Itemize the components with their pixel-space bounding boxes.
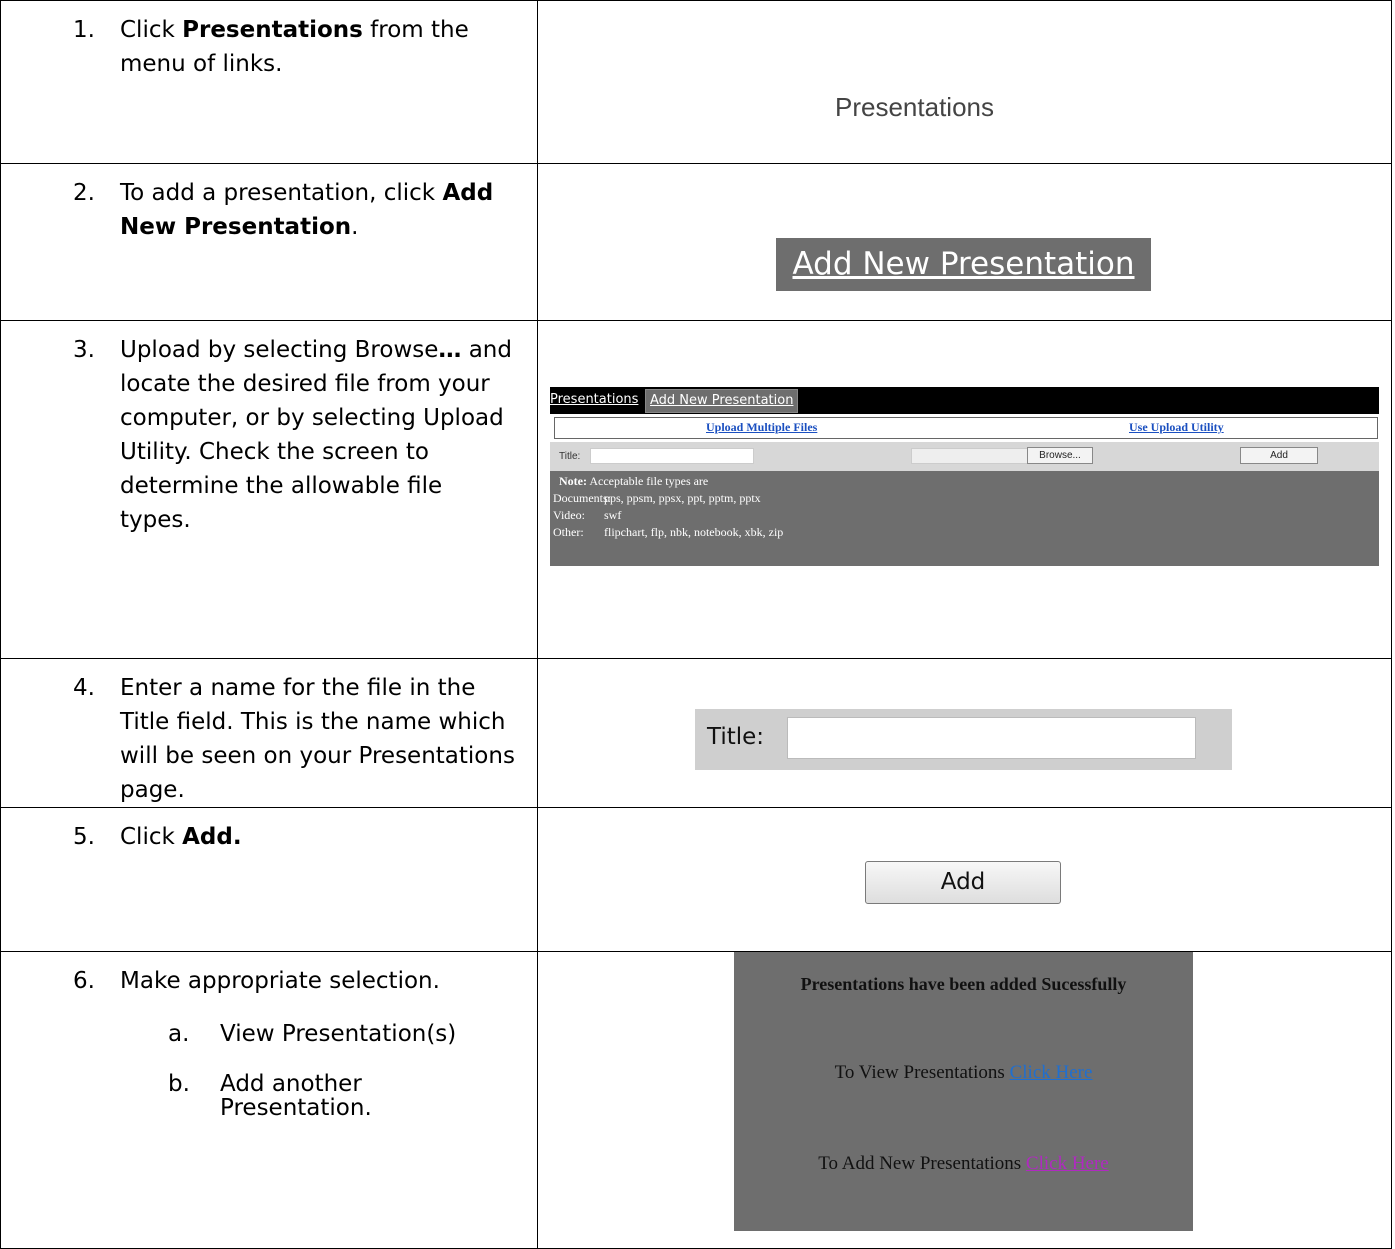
step-number: 4. <box>73 675 95 701</box>
step-row: 5. Click Add. Add <box>0 807 1392 952</box>
step-text-cell: 1. Click Presentations from the menu of … <box>0 0 538 164</box>
presentations-link[interactable]: Presentations <box>835 92 994 123</box>
add-new-presentation-button[interactable]: Add New Presentation <box>776 238 1151 291</box>
step-number: 6. <box>73 968 95 994</box>
success-screenshot: Presentations have been added Sucessfull… <box>734 952 1193 1231</box>
success-heading: Presentations have been added Sucessfull… <box>800 974 1127 994</box>
add-presentations-line: To Add New Presentations Click Here <box>818 1153 1109 1174</box>
upload-links-bar: Upload Multiple Files Use Upload Utility <box>554 417 1378 439</box>
step-text: Click Presentations from the menu of lin… <box>120 17 469 77</box>
use-upload-utility-link[interactable]: Use Upload Utility <box>1129 420 1224 435</box>
step-text-cell: 4. Enter a name for the file in the Titl… <box>0 658 538 808</box>
title-label: Title: <box>707 724 765 750</box>
step-number: 3. <box>73 337 95 363</box>
title-input[interactable] <box>787 717 1196 759</box>
step-row: 6. Make appropriate selection. a. View P… <box>0 951 1392 1249</box>
step-number: 1. <box>73 17 95 43</box>
step-text: Enter a name for the file in the Title f… <box>120 675 515 803</box>
step-text: Click Add. <box>120 824 242 850</box>
browse-button[interactable]: Browse... <box>1027 447 1093 464</box>
step-image-cell: Add New Presentation <box>537 163 1392 321</box>
step-image-cell: Presentations <box>537 0 1392 164</box>
title-input[interactable] <box>590 448 754 464</box>
step-text-cell: 5. Click Add. <box>0 807 538 952</box>
step-text: To add a presentation, click Add New Pre… <box>120 180 494 240</box>
tab-presentations[interactable]: Presentations <box>550 392 638 407</box>
step-image-cell: Presentations Add New Presentation Uploa… <box>537 320 1392 659</box>
step-row: 2. To add a presentation, click Add New … <box>0 163 1392 321</box>
step-image-cell: Title: <box>537 658 1392 808</box>
step-text: Upload by selecting Browse… and locate t… <box>120 337 512 533</box>
view-presentations-line: To View Presentations Click Here <box>834 1062 1093 1083</box>
step-image-cell: Presentations have been added Sucessfull… <box>537 951 1392 1249</box>
step-row: 1. Click Presentations from the menu of … <box>0 0 1392 164</box>
upload-form-row: Title: Browse... Add <box>550 442 1379 471</box>
add-click-here-link[interactable]: Click Here <box>1026 1153 1109 1174</box>
tab-bar: Presentations Add New Presentation <box>550 387 1379 414</box>
sub-step: a. View Presentation(s) <box>168 1021 457 1047</box>
title-field-screenshot: Title: <box>695 709 1232 770</box>
step-text-cell: 3. Upload by selecting Browse… and locat… <box>0 320 538 659</box>
add-button[interactable]: Add <box>865 861 1061 904</box>
upload-multiple-files-link[interactable]: Upload Multiple Files <box>706 420 817 435</box>
step-number: 2. <box>73 180 95 206</box>
title-label: Title: <box>559 451 581 462</box>
step-row: 3. Upload by selecting Browse… and locat… <box>0 320 1392 659</box>
upload-screenshot: Presentations Add New Presentation Uploa… <box>550 387 1379 566</box>
view-click-here-link[interactable]: Click Here <box>1010 1062 1093 1083</box>
add-button[interactable]: Add <box>1240 447 1318 464</box>
sub-step: b. Add another Presentation. <box>168 1071 372 1121</box>
step-number: 5. <box>73 824 95 850</box>
tab-add-new-presentation[interactable]: Add New Presentation <box>645 389 799 413</box>
file-types-note: Note: Acceptable file types are Document… <box>550 471 1379 566</box>
step-text: Make appropriate selection. <box>120 968 440 994</box>
file-path-input[interactable] <box>911 448 1028 464</box>
step-text-cell: 2. To add a presentation, click Add New … <box>0 163 538 321</box>
step-row: 4. Enter a name for the file in the Titl… <box>0 658 1392 808</box>
step-text-cell: 6. Make appropriate selection. a. View P… <box>0 951 538 1249</box>
step-image-cell: Add <box>537 807 1392 952</box>
instructions-table: 1. Click Presentations from the menu of … <box>0 0 1392 1249</box>
